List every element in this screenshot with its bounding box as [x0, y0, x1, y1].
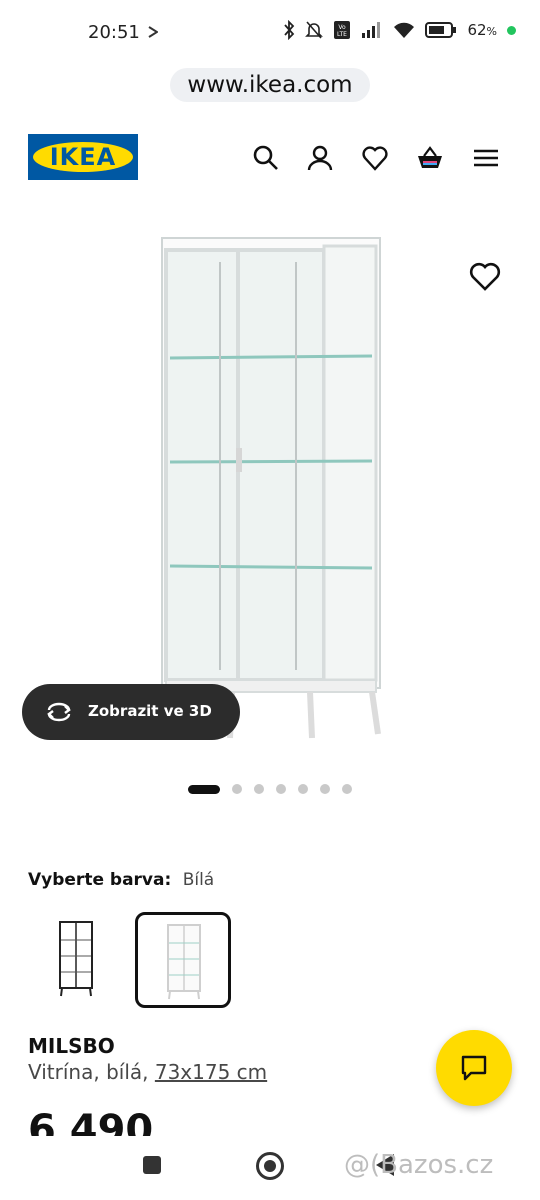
status-time: 20:51 — [88, 22, 140, 43]
view-3d-button[interactable]: Zobrazit ve 3D — [22, 684, 240, 740]
battery-percent: 62% — [467, 21, 497, 39]
wifi-icon — [394, 22, 415, 38]
menu-icon[interactable] — [472, 144, 500, 172]
color-selector-label: Vyberte barva: Bílá — [28, 870, 214, 890]
recent-apps-icon[interactable] — [143, 1156, 161, 1174]
bluetooth-icon — [284, 20, 295, 40]
view-3d-label: Zobrazit ve 3D — [88, 702, 212, 720]
svg-text:Vo: Vo — [339, 24, 347, 31]
mute-bell-icon — [305, 21, 324, 39]
carousel-dot[interactable] — [232, 784, 242, 794]
white-cabinet-thumbnail — [167, 924, 201, 1000]
status-icons: Vo LTE 62% — [283, 20, 516, 40]
product-description: Vitrína, bílá, 73x175 cm — [28, 1060, 267, 1084]
add-to-favorites-heart-icon[interactable] — [468, 260, 502, 294]
image-carousel-indicator — [188, 782, 352, 796]
home-icon[interactable] — [256, 1152, 284, 1180]
color-label: Vyberte barva: — [28, 870, 172, 890]
black-cabinet-thumbnail — [59, 921, 93, 997]
signal-icon — [362, 22, 381, 38]
color-value: Bílá — [182, 870, 215, 890]
color-swatch-white[interactable] — [135, 912, 231, 1008]
ikea-logo[interactable]: IKEA — [28, 134, 138, 180]
volte-icon: VoLTE — [334, 21, 351, 39]
carousel-dot[interactable] — [276, 784, 286, 794]
product-dimensions-link[interactable]: 73x175 cm — [155, 1060, 267, 1084]
rotate-3d-icon — [47, 702, 71, 722]
svg-text:LTE: LTE — [337, 31, 347, 38]
site-header: IKEA — [0, 132, 540, 184]
account-icon[interactable] — [306, 144, 334, 172]
carousel-dot[interactable] — [298, 784, 308, 794]
status-bar: 20:51 Vo LTE 62% — [0, 0, 540, 62]
search-icon[interactable] — [252, 144, 280, 172]
bazos-watermark: @(Bazos.cz — [344, 1150, 494, 1180]
carousel-dot[interactable] — [188, 784, 220, 794]
glass-cabinet-illustration — [161, 237, 381, 739]
favorites-heart-icon[interactable] — [361, 144, 389, 172]
battery-icon — [425, 22, 457, 38]
color-swatch-black[interactable] — [30, 912, 120, 1002]
product-price: 6 490 — [28, 1107, 154, 1136]
carousel-dot[interactable] — [254, 784, 264, 794]
chat-button[interactable] — [436, 1030, 512, 1106]
recording-dot-icon — [507, 25, 516, 35]
play-icon — [148, 26, 158, 38]
url-bar[interactable]: www.ikea.com — [170, 68, 370, 102]
product-type: Vitrína, bílá, — [28, 1060, 155, 1084]
product-name: MILSBO — [28, 1034, 115, 1058]
chat-bubble-icon — [461, 1055, 487, 1081]
carousel-dot[interactable] — [320, 784, 330, 794]
carousel-dot[interactable] — [342, 784, 352, 794]
cart-icon[interactable] — [416, 144, 444, 172]
